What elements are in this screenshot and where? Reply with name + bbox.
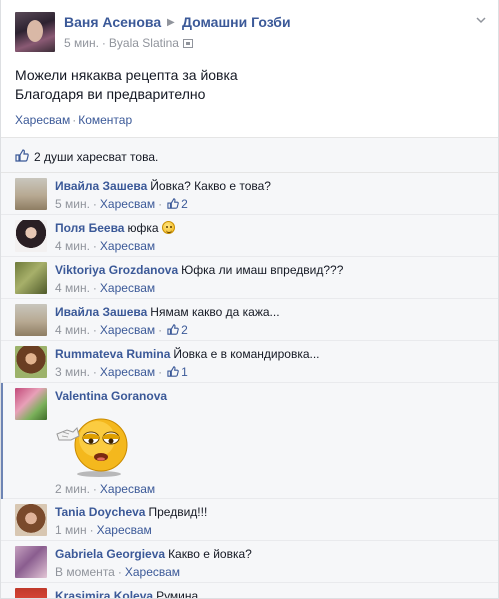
comment-text: Румина <box>156 589 199 599</box>
comment-time[interactable]: 4 мин. <box>55 323 90 337</box>
emoticon-sticker <box>56 418 128 477</box>
comment-time[interactable]: 3 мин. <box>55 365 90 379</box>
comment-like-count[interactable]: 2 <box>181 197 188 211</box>
commenter-avatar[interactable] <box>15 346 47 378</box>
commenter-avatar[interactable] <box>15 304 47 336</box>
comment: Rummateva Rumina Йовка е в командировка..… <box>1 341 498 383</box>
comment-like-button[interactable]: Харесвам <box>100 482 155 496</box>
comment-like-button[interactable]: Харесвам <box>97 523 152 537</box>
post-text-line: Благодаря ви предварително <box>15 86 206 102</box>
comment-text: Нямам какво да кажа... <box>150 305 280 319</box>
comment: Ивайла Зашева Нямам какво да кажа... 4 ми… <box>1 299 498 341</box>
commenter-avatar[interactable] <box>15 178 47 210</box>
comment-like-button[interactable]: Харесвам <box>100 239 155 253</box>
post-time[interactable]: 5 мин. <box>64 36 99 50</box>
commenter-name[interactable]: Viktoriya Grozdanova <box>55 263 178 277</box>
commenter-name[interactable]: Gabriela Georgieva <box>55 547 165 561</box>
commenter-name[interactable]: Ивайла Зашева <box>55 305 147 319</box>
active-comment-marker <box>1 383 3 499</box>
commenter-name[interactable]: Rummateva Rumina <box>55 347 170 361</box>
commenter-name[interactable]: Valentina Goranova <box>55 389 167 403</box>
comment: Krasimira Koleva Румина <box>1 583 498 599</box>
comment: Tania Doycheva Предвид!!! 1 мин · Харесвам <box>1 499 498 541</box>
comment-like-count[interactable]: 1 <box>181 365 188 379</box>
comment-time[interactable]: 2 мин. <box>55 482 90 496</box>
like-button[interactable]: Харесвам <box>15 113 70 127</box>
thumbs-up-icon <box>167 198 179 209</box>
chevron-down-icon[interactable] <box>474 14 488 28</box>
commenter-avatar[interactable] <box>15 388 47 420</box>
comment-text: юфка <box>127 221 159 235</box>
smile-icon <box>161 221 175 234</box>
comment-text: Предвид!!! <box>148 505 208 519</box>
post-actions: Харесвам · Коментар <box>15 113 132 127</box>
comment-text: Йовка е в командировка... <box>173 347 320 361</box>
post-text-line: Можели някаква рецепта за йовка <box>15 67 238 83</box>
comment-like-button[interactable]: Харесвам <box>100 281 155 295</box>
comment-time[interactable]: 1 мин <box>55 523 87 537</box>
comment-time[interactable]: 4 мин. <box>55 239 90 253</box>
commenter-avatar[interactable] <box>15 220 47 252</box>
commenter-name[interactable]: Tania Doycheva <box>55 505 145 519</box>
author-name[interactable]: Ваня Асенова <box>64 14 161 30</box>
comment: Viktoriya Grozdanova Юфка ли имаш впредви… <box>1 257 498 299</box>
comment-meta: 4 мин. · Харесвам <box>55 239 156 253</box>
comment: Поля Беева юфка 4 мин. · Харесвам <box>1 215 498 257</box>
comment-text: Йовка? Какво е това? <box>150 179 271 193</box>
post-header: Ваня Асенова ▶ Домашни Гозби 5 мин. · Byal… <box>15 12 488 56</box>
comment: Ивайла Зашева Йовка? Какво е това? 5 мин.… <box>1 173 498 215</box>
meta-separator: · <box>101 36 106 50</box>
thumbs-up-icon <box>167 324 179 335</box>
comment-like-button[interactable]: Харесвам <box>100 323 155 337</box>
commenter-avatar[interactable] <box>15 546 47 578</box>
comment-like-button[interactable]: Харесвам <box>100 365 155 379</box>
comment-meta: 4 мин. · Харесвам · 2 <box>55 323 188 337</box>
comment-text: Юфка ли имаш впредвид??? <box>181 263 344 277</box>
comment-like-button[interactable]: Харесвам <box>125 565 180 579</box>
comment-time[interactable]: В момента <box>55 565 115 579</box>
comment-text: Какво е йовка? <box>168 547 252 561</box>
comment-time[interactable]: 4 мин. <box>55 281 90 295</box>
comment-button[interactable]: Коментар <box>78 113 132 127</box>
facebook-post: Ваня Асенова ▶ Домашни Гозби 5 мин. · Byal… <box>0 0 499 599</box>
comment-meta: 4 мин. · Харесвам <box>55 281 156 295</box>
commenter-name[interactable]: Ивайла Зашева <box>55 179 147 193</box>
post-meta: 5 мин. · Byala Slatina <box>64 36 193 50</box>
thumbs-up-icon <box>167 366 179 377</box>
arrow-right-icon: ▶ <box>167 17 175 28</box>
comment-meta: 3 мин. · Харесвам · 1 <box>55 365 188 379</box>
author-avatar[interactable] <box>15 12 55 52</box>
comment-meta: 5 мин. · Харесвам · 2 <box>55 197 188 211</box>
comment-meta: 2 мин. · Харесвам <box>55 482 156 496</box>
group-name[interactable]: Домашни Гозби <box>182 14 291 30</box>
likes-summary-bar: 2 души харесват това. <box>1 137 498 173</box>
comments-list: Ивайла Зашева Йовка? Какво е това? 5 мин.… <box>1 173 498 599</box>
commenter-avatar[interactable] <box>15 588 47 598</box>
post-body: Можели някаква рецепта за йовка Благодар… <box>15 66 238 104</box>
post-location[interactable]: Byala Slatina <box>109 36 179 50</box>
action-separator: · <box>72 113 77 127</box>
likes-summary-text[interactable]: 2 души харесват това. <box>34 150 158 164</box>
comment-like-button[interactable]: Харесвам <box>100 197 155 211</box>
place-icon <box>182 39 193 48</box>
comment: Gabriela Georgieva Какво е йовка? В момен… <box>1 541 498 583</box>
comment-like-count[interactable]: 2 <box>181 323 188 337</box>
comment-time[interactable]: 5 мин. <box>55 197 90 211</box>
thumbs-up-icon <box>15 149 29 162</box>
commenter-avatar[interactable] <box>15 504 47 536</box>
commenter-avatar[interactable] <box>15 262 47 294</box>
comment-meta: 1 мин · Харесвам <box>55 523 152 537</box>
comment-meta: В момента · Харесвам <box>55 565 181 579</box>
commenter-name[interactable]: Поля Беева <box>55 221 124 235</box>
commenter-name[interactable]: Krasimira Koleva <box>55 589 153 598</box>
